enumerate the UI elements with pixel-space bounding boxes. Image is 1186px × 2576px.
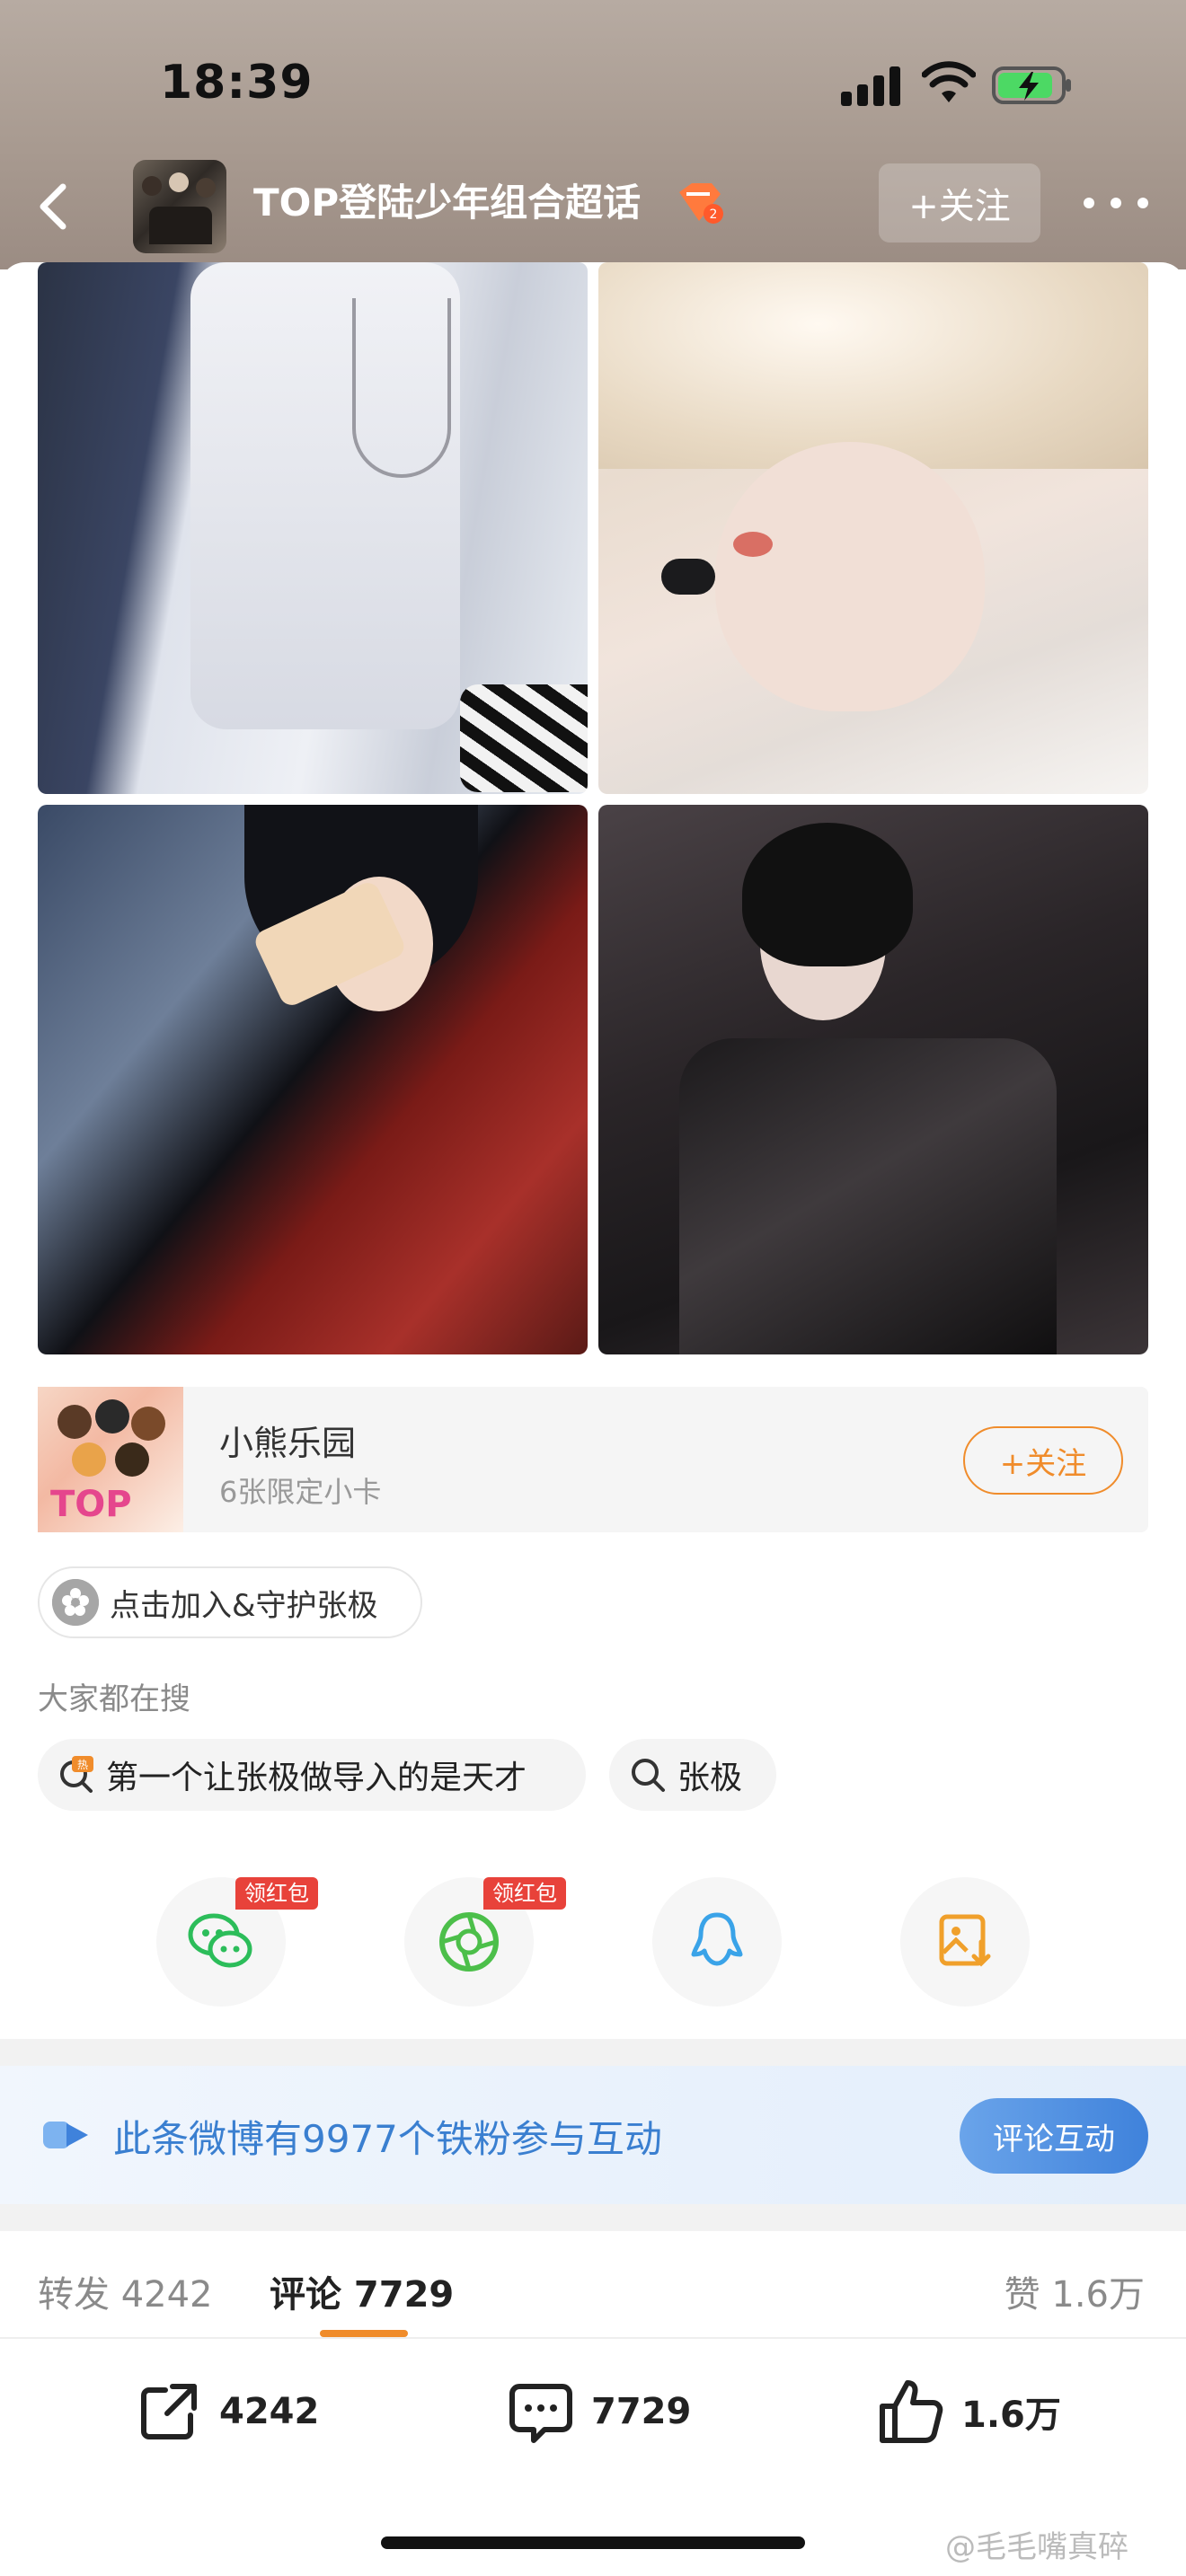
watermark: @毛毛嘴真碎 [945, 2529, 1128, 2565]
section-divider [0, 2039, 1186, 2066]
tab-like[interactable]: 赞 1.6万 [1005, 2265, 1145, 2317]
wechat-icon [188, 1913, 252, 1968]
promo-card[interactable]: TOP 小熊乐园 6张限定小卡 +关注 [38, 1387, 1148, 1532]
join-guard-label: 点击加入&守护张极 [110, 1587, 378, 1624]
supertopic-avatar[interactable] [133, 160, 226, 253]
red-envelope-tag: 领红包 [483, 1877, 566, 1910]
battery-charging-icon [992, 66, 1071, 104]
post-image-2[interactable] [598, 262, 1148, 794]
follow-supertopic-button[interactable]: +关注 [879, 163, 1040, 243]
active-tab-indicator [320, 2330, 408, 2337]
svg-text:热: 热 [77, 1759, 88, 1771]
comment-button[interactable]: 7729 [505, 2371, 691, 2452]
promo-subtitle: 6张限定小卡 [219, 1475, 382, 1509]
repost-button[interactable]: 4242 [133, 2371, 319, 2452]
comment-interact-button[interactable]: 评论互动 [960, 2098, 1148, 2174]
fan-interaction-banner: 此条微博有9977个铁粉参与互动 评论互动 [0, 2066, 1186, 2204]
nav-bar: TOP登陆少年组合超话 2 +关注 [0, 153, 1186, 260]
level-badge-icon: 2 [679, 183, 723, 224]
supertopic-title[interactable]: TOP登陆少年组合超话 [253, 172, 641, 227]
red-envelope-tag: 领红包 [235, 1877, 318, 1910]
section-divider [0, 2204, 1186, 2231]
back-arrow-icon[interactable] [27, 171, 84, 243]
flower-icon [52, 1579, 99, 1626]
fan-interaction-text: 此条微博有9977个铁粉参与互动 [113, 2117, 662, 2161]
qq-icon [691, 1912, 743, 1966]
promo-title: 小熊乐园 [219, 1424, 357, 1463]
repost-icon [141, 2384, 197, 2439]
svg-text:2: 2 [710, 207, 718, 222]
cellular-signal-icon [841, 65, 900, 106]
like-count: 1.6万 [961, 2395, 1061, 2436]
post-image-4[interactable] [598, 805, 1148, 1354]
post-image-1[interactable] [38, 262, 588, 794]
status-bar: 18:39 [0, 0, 1186, 153]
tab-repost[interactable]: 转发 4242 [38, 2265, 213, 2317]
tab-comment[interactable]: 评论 7729 [270, 2265, 454, 2317]
comment-icon [509, 2384, 572, 2443]
status-time: 18:39 [160, 56, 314, 110]
moments-icon [439, 1912, 499, 1972]
more-options-icon[interactable] [1084, 185, 1148, 221]
wifi-icon [922, 61, 976, 102]
search-icon [629, 1756, 667, 1794]
search-suggestion-text: 第一个让张极做导入的是天才 [106, 1760, 527, 1796]
search-suggestion-text: 张极 [677, 1760, 743, 1796]
like-button[interactable]: 1.6万 [875, 2371, 1061, 2452]
save-image-button[interactable] [900, 1877, 1030, 2007]
tab-divider [0, 2337, 1186, 2339]
promo-thumbnail: TOP [38, 1387, 183, 1532]
fan-badge-icon [43, 2122, 88, 2148]
thumbs-up-icon [880, 2380, 943, 2443]
trending-search-label: 大家都在搜 [38, 1681, 190, 1717]
share-qq-button[interactable] [652, 1877, 782, 2007]
comment-count: 7729 [591, 2391, 692, 2432]
save-image-icon [939, 1914, 991, 1967]
search-suggestion-1[interactable]: 热 第一个让张极做导入的是天才 [38, 1739, 586, 1811]
join-guard-chip[interactable]: 点击加入&守护张极 [38, 1566, 422, 1638]
hot-search-icon: 热 [58, 1756, 95, 1794]
promo-follow-button[interactable]: +关注 [963, 1426, 1123, 1495]
repost-count: 4242 [219, 2391, 320, 2432]
post-image-3[interactable] [38, 805, 588, 1354]
search-suggestion-2[interactable]: 张极 [609, 1739, 776, 1811]
home-indicator [381, 2536, 805, 2549]
